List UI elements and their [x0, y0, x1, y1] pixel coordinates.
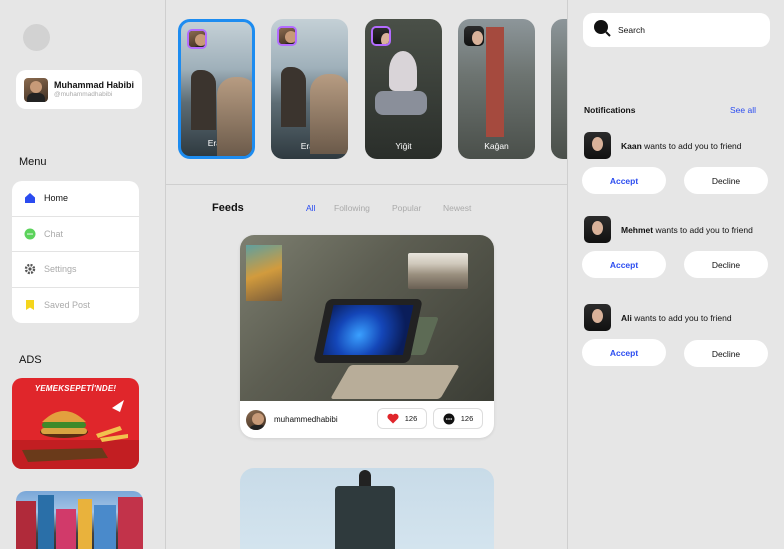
avatar — [277, 26, 297, 46]
decline-button[interactable]: Decline — [684, 167, 768, 194]
feeds-header: Feeds All Following Popular Newest — [212, 201, 532, 217]
accept-button[interactable]: Accept — [582, 339, 666, 366]
avatar — [464, 26, 484, 46]
right-panel: Search Notifications See all Kaan wants … — [568, 0, 784, 549]
sidebar-item-label: Chat — [44, 228, 64, 239]
search-input[interactable]: Search — [583, 13, 770, 47]
sidebar-item-home[interactable]: Home — [12, 181, 139, 217]
notification-message: wants to add you to friend — [641, 141, 742, 151]
menu-title: Menu — [19, 156, 47, 168]
sidebar-item-settings[interactable]: Settings — [12, 252, 139, 288]
avatar[interactable] — [246, 409, 266, 430]
tab-all[interactable]: All — [306, 203, 315, 213]
story-card[interactable]: Kağan — [458, 19, 535, 159]
bookmark-icon — [24, 299, 36, 311]
tab-newest[interactable]: Newest — [443, 203, 471, 213]
post-card-2[interactable] — [240, 468, 494, 549]
story-name: Eray — [207, 138, 226, 148]
avatar — [24, 77, 48, 102]
story-name: Kağan — [484, 141, 509, 151]
notification-message: wants to add you to friend — [653, 225, 753, 235]
notification-user: Mehmet — [621, 225, 654, 235]
comment-icon — [443, 413, 455, 425]
notifications-header: Notifications See all — [584, 105, 756, 115]
sidebar-item-label: Settings — [44, 264, 77, 275]
notification-text: Kaan wants to add you to friend — [621, 141, 742, 151]
see-all-link[interactable]: See all — [730, 105, 756, 115]
profile-handle: @muhammadhabibi — [54, 90, 113, 98]
story-name: Eray — [300, 141, 319, 151]
story-name: Yiğit — [395, 141, 412, 151]
left-sidebar: Muhammad Habibi @muhammadhabibi Menu Hom… — [0, 0, 166, 549]
story-card[interactable]: Eray — [178, 19, 255, 159]
sidebar-item-label: Saved Post — [44, 300, 91, 311]
story-card[interactable]: Eray — [271, 19, 348, 159]
city-image — [16, 495, 143, 549]
accept-button[interactable]: Accept — [582, 167, 666, 194]
burger-image — [12, 400, 139, 469]
home-icon — [24, 192, 36, 204]
feeds-title: Feeds — [212, 202, 244, 214]
post-card[interactable]: muhammedhabibi 126 126 — [240, 235, 494, 438]
notification-user: Ali — [621, 313, 632, 323]
search-placeholder: Search — [618, 25, 645, 35]
like-button[interactable]: 126 — [377, 408, 427, 429]
feed-column: Eray Eray Yiğit Kağan Feeds All Followin… — [166, 0, 568, 549]
like-count: 126 — [404, 414, 418, 423]
avatar — [371, 26, 391, 46]
chat-icon — [24, 228, 36, 240]
comment-button[interactable]: 126 — [433, 408, 483, 429]
profile-card[interactable]: Muhammad Habibi @muhammadhabibi — [16, 70, 142, 109]
avatar[interactable] — [584, 216, 611, 243]
notification-user: Kaan — [621, 141, 642, 151]
avatar[interactable] — [584, 304, 611, 331]
logo[interactable] — [23, 24, 50, 51]
accept-button[interactable]: Accept — [582, 251, 666, 278]
ad-banner-city[interactable] — [16, 491, 143, 549]
sidebar-item-saved-post[interactable]: Saved Post — [12, 288, 139, 324]
notification-text: Ali wants to add you to friend — [621, 313, 732, 323]
ads-title: ADS — [19, 354, 42, 366]
post-image[interactable] — [240, 235, 494, 401]
heart-icon — [387, 413, 399, 424]
avatar[interactable] — [584, 132, 611, 159]
notification-message: wants to add you to friend — [631, 313, 732, 323]
search-icon — [593, 19, 611, 42]
decline-button[interactable]: Decline — [684, 340, 768, 367]
sidebar-item-label: Home — [44, 193, 69, 204]
stories-bar: Eray Eray Yiğit Kağan — [166, 0, 567, 185]
avatar — [187, 29, 207, 49]
ad-banner-food[interactable]: YEMEKSEPETİ'NDE! — [12, 378, 139, 469]
story-card[interactable] — [551, 19, 567, 159]
notification-text: Mehmet wants to add you to friend — [621, 225, 753, 235]
sidebar-item-chat[interactable]: Chat — [12, 217, 139, 252]
story-card[interactable]: Yiğit — [365, 19, 442, 159]
tab-following[interactable]: Following — [334, 203, 370, 213]
menu: Home Chat Settings Saved Post — [12, 181, 139, 323]
post-username[interactable]: muhammedhabibi — [274, 415, 338, 424]
profile-name: Muhammad Habibi — [54, 79, 135, 90]
comment-count: 126 — [460, 414, 474, 423]
decline-button[interactable]: Decline — [684, 251, 768, 278]
gear-icon — [24, 263, 36, 275]
tab-popular[interactable]: Popular — [392, 203, 421, 213]
